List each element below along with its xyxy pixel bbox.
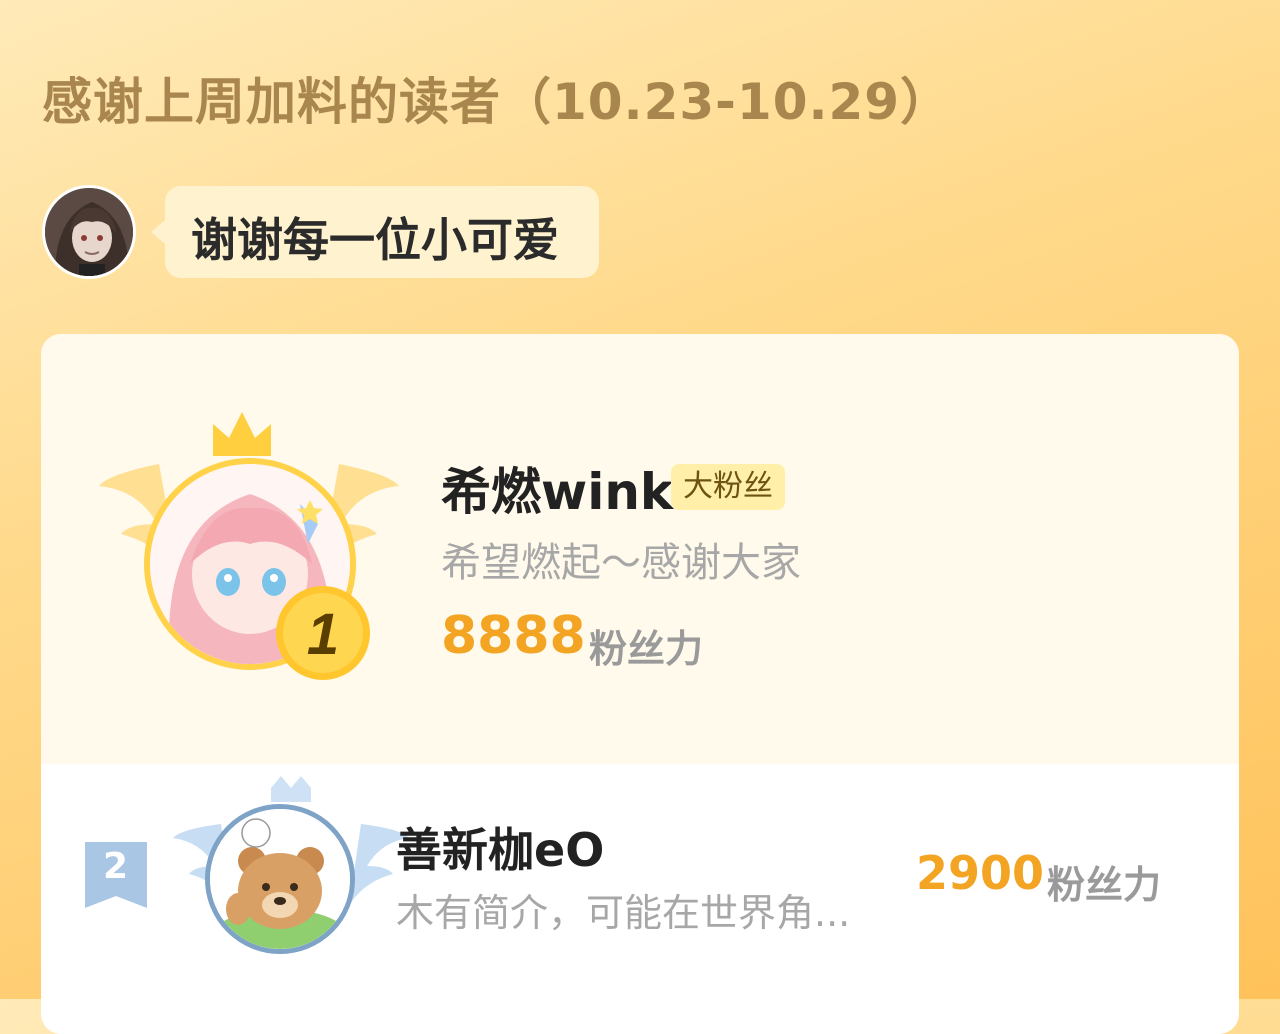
rank-one-number: 1	[307, 602, 339, 667]
crown-icon	[213, 412, 271, 456]
host-avatar-image	[45, 188, 133, 276]
fan-level-badge: 大粉丝	[671, 464, 785, 510]
message-text: 谢谢每一位小可爱	[191, 213, 559, 267]
second-reader-score: 2900	[916, 846, 1045, 900]
first-reader-score: 8888	[441, 606, 586, 666]
first-reader-score-unit: 粉丝力	[589, 627, 704, 671]
host-avatar[interactable]	[42, 185, 136, 279]
page-title: 感谢上周加料的读者（10.23-10.29）	[42, 73, 952, 131]
first-reader-name[interactable]: 希燃wink	[441, 452, 673, 524]
second-reader-name[interactable]: 善新枷eO	[396, 814, 604, 880]
first-reader-bio: 希望燃起～感谢大家	[441, 540, 801, 586]
rank-two-number: 2	[103, 846, 129, 887]
rank-one-medal-icon: 1	[276, 586, 370, 680]
bear-avatar-image	[210, 809, 350, 949]
leaderboard-card: 1 希燃wink 大粉丝 希望燃起～感谢大家 8888 粉丝力 2 善新枷eO …	[41, 334, 1239, 1034]
second-reader-score-unit: 粉丝力	[1047, 863, 1162, 907]
message-bubble: 谢谢每一位小可爱	[151, 186, 599, 278]
second-reader-avatar[interactable]	[205, 804, 355, 954]
second-reader-bio: 木有简介，可能在世界角...	[396, 891, 851, 935]
